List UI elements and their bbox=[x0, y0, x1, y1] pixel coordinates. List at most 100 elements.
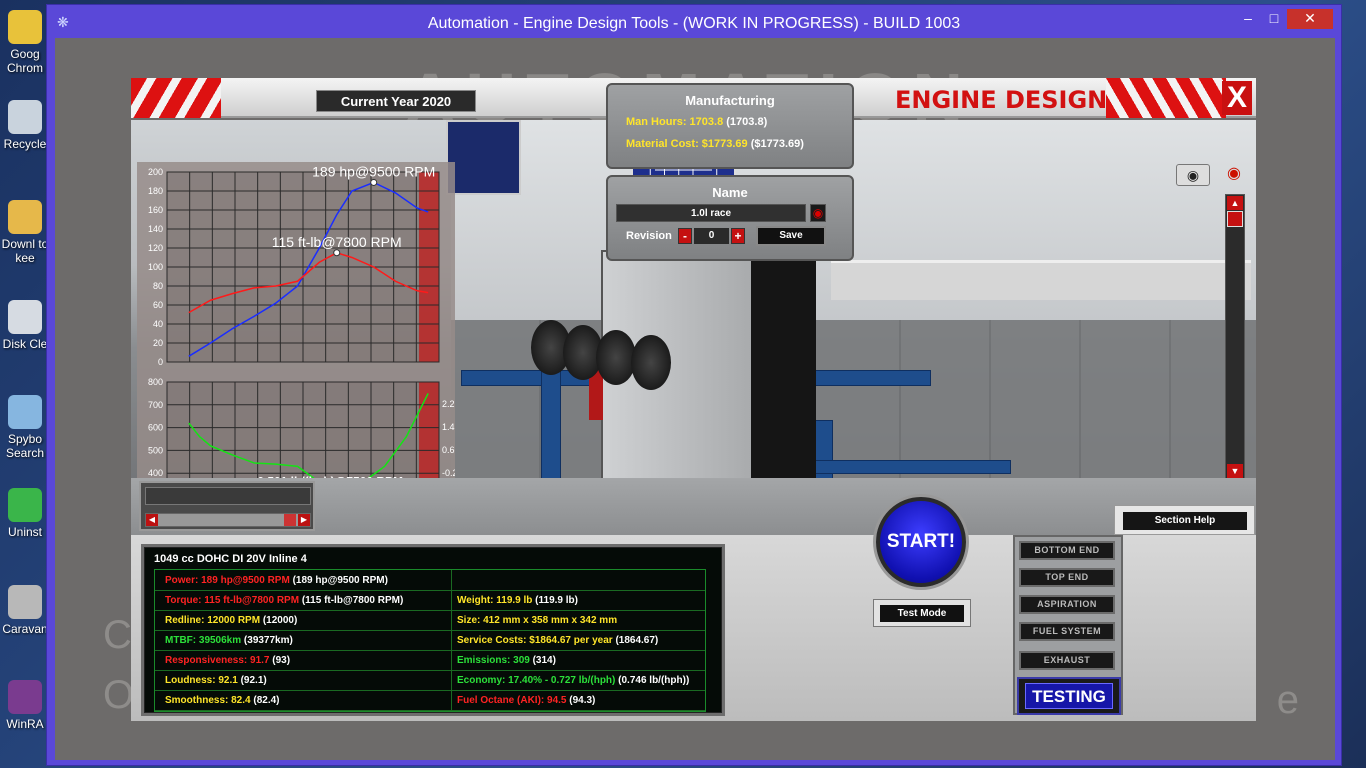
revision-decrement-button[interactable]: - bbox=[678, 228, 692, 244]
y-tick-label: 100 bbox=[148, 262, 163, 272]
stats-row: MTBF: 39506km (39377km) Service Costs: $1… bbox=[155, 632, 705, 651]
stat-baseline: (94.3) bbox=[569, 695, 596, 706]
stat-left: Power: 189 hp@9500 RPM (189 hp@9500 RPM) bbox=[165, 575, 388, 586]
y-tick-label: 20 bbox=[153, 338, 163, 348]
tab-aspiration[interactable]: ASPIRATION bbox=[1019, 595, 1115, 614]
y-tick-label: 140 bbox=[148, 224, 163, 234]
desktop-shortcut[interactable]: Caravan bbox=[0, 585, 50, 636]
stats-row: Torque: 115 ft-lb@7800 RPM (115 ft-lb@78… bbox=[155, 592, 705, 611]
desktop-shortcut[interactable]: Recycle bbox=[0, 100, 50, 151]
stat-baseline: (0.746 lb/(hph)) bbox=[618, 675, 690, 686]
start-button[interactable]: START! bbox=[876, 497, 966, 587]
desktop-shortcut[interactable]: WinRA bbox=[0, 680, 50, 731]
power-peak-marker bbox=[370, 178, 378, 186]
scroll-thumb[interactable] bbox=[284, 514, 296, 526]
desktop-shortcut-label: Uninst bbox=[7, 525, 42, 539]
y-tick-label: 0 bbox=[158, 357, 163, 367]
y-tick-label: 700 bbox=[148, 400, 163, 410]
spybot-icon bbox=[8, 395, 42, 429]
winrar-icon bbox=[8, 680, 42, 714]
stat-left: Torque: 115 ft-lb@7800 RPM (115 ft-lb@78… bbox=[165, 595, 403, 606]
scroll-up-icon[interactable]: ▲ bbox=[1227, 196, 1243, 210]
y2-tick-label: 0.6 bbox=[442, 445, 455, 455]
desktop-shortcut-label: Recycle bbox=[3, 137, 47, 151]
header-stripes bbox=[131, 78, 221, 118]
y-tick-label: 180 bbox=[148, 186, 163, 196]
scroll-left-icon[interactable]: ◀ bbox=[146, 514, 158, 526]
stat-value: Economy: 17.40% - 0.727 lb/(hph) bbox=[457, 675, 616, 686]
test-mode-container: Test Mode bbox=[873, 599, 971, 627]
desktop-shortcut-label: Caravan bbox=[2, 622, 48, 636]
torque-peak-label: 115 ft-lb@7800 RPM bbox=[272, 234, 402, 250]
background-text: C bbox=[103, 613, 132, 657]
name-title: Name bbox=[712, 185, 748, 200]
workbench bbox=[831, 260, 1251, 300]
camera-icon[interactable]: ◉ bbox=[1176, 164, 1210, 186]
stat-value: Torque: 115 ft-lb@7800 RPM bbox=[165, 595, 300, 606]
scroll-thumb[interactable] bbox=[1227, 211, 1243, 227]
close-button[interactable]: ✕ bbox=[1287, 9, 1333, 29]
stat-value: Size: 412 mm x 358 mm x 342 mm bbox=[457, 615, 618, 626]
desktop-shortcut-label: WinRA bbox=[6, 717, 44, 731]
engine-charts: 0 20 40 60 80 100 120 140 160 180 200 189 hp@9500 R… bbox=[137, 162, 455, 518]
stat-value: Power: 189 hp@9500 RPM bbox=[165, 575, 290, 586]
tab-fuel-system[interactable]: FUEL SYSTEM bbox=[1019, 622, 1115, 641]
tab-testing[interactable]: TESTING bbox=[1025, 683, 1113, 709]
stat-right: Weight: 119.9 lb (119.9 lb) bbox=[457, 595, 578, 606]
page-title: ENGINE DESIGN bbox=[895, 86, 1108, 114]
stat-value: Responsiveness: 91.7 bbox=[165, 655, 270, 666]
tab-top-end[interactable]: TOP END bbox=[1019, 568, 1115, 587]
intake-trumpet bbox=[596, 330, 636, 385]
y2-tick-label: 1.4 bbox=[442, 422, 455, 432]
stat-left: MTBF: 39506km (39377km) bbox=[165, 635, 293, 646]
manufacturing-title: Manufacturing bbox=[685, 93, 775, 108]
y-tick-label: 800 bbox=[148, 377, 163, 387]
engine-name-field[interactable]: 1.0l race bbox=[616, 204, 806, 222]
stats-row: Smoothness: 82.4 (82.4) Fuel Octane (AKI)… bbox=[155, 692, 705, 711]
section-help-button[interactable]: Section Help bbox=[1123, 512, 1247, 530]
desktop-shortcut-label: Spybo Search bbox=[5, 432, 45, 460]
stat-baseline: (1864.67) bbox=[615, 635, 659, 646]
tab-bottom-end[interactable]: BOTTOM END bbox=[1019, 541, 1115, 560]
recycle-bin-icon bbox=[8, 100, 42, 134]
desktop-shortcut[interactable]: Downl to kee bbox=[0, 200, 50, 265]
maximize-button[interactable]: □ bbox=[1261, 9, 1287, 29]
save-button[interactable]: Save bbox=[756, 226, 826, 246]
scroll-right-icon[interactable]: ▶ bbox=[298, 514, 310, 526]
testing-tab-container: TESTING bbox=[1017, 677, 1121, 715]
name-reset-icon[interactable]: ◉ bbox=[810, 204, 826, 222]
desktop-shortcut[interactable]: Spybo Search bbox=[0, 395, 50, 460]
revision-value: 0 bbox=[694, 228, 729, 244]
engine-timing-cover bbox=[751, 240, 816, 500]
revision-increment-button[interactable]: + bbox=[731, 228, 745, 244]
section-help-container: Section Help bbox=[1114, 505, 1255, 535]
desktop-shortcut[interactable]: Uninst bbox=[0, 488, 50, 539]
panel-close-button[interactable]: X bbox=[1222, 81, 1252, 115]
y-tick-label: 80 bbox=[153, 281, 163, 291]
y-tick-label: 400 bbox=[148, 468, 163, 478]
stats-row: Power: 189 hp@9500 RPM (189 hp@9500 RPM) bbox=[155, 572, 705, 591]
caravan-icon bbox=[8, 585, 42, 619]
stat-right: Emissions: 309 (314) bbox=[457, 655, 556, 666]
zoom-scrollbar[interactable]: ▲ ▼ bbox=[1225, 194, 1245, 480]
scroll-down-icon[interactable]: ▼ bbox=[1227, 464, 1243, 478]
part-selector-field[interactable] bbox=[145, 487, 311, 505]
stat-value: Redline: 12000 RPM bbox=[165, 615, 261, 626]
desktop-shortcut[interactable]: Goog Chrom bbox=[0, 10, 50, 75]
stat-value: Loudness: 92.1 bbox=[165, 675, 238, 686]
y-tick-label: 120 bbox=[148, 243, 163, 253]
man-hours: Man Hours: 1703.8 (1703.8) bbox=[626, 116, 768, 128]
stat-right: Size: 412 mm x 358 mm x 342 mm bbox=[457, 615, 617, 626]
tab-exhaust[interactable]: EXHAUST bbox=[1019, 651, 1115, 670]
part-selector-scrollbar[interactable]: ◀ ▶ bbox=[145, 513, 311, 527]
stat-value: Emissions: 309 bbox=[457, 655, 530, 666]
minimize-button[interactable]: – bbox=[1235, 9, 1261, 29]
stat-value: MTBF: 39506km bbox=[165, 635, 242, 646]
stat-baseline: (93) bbox=[272, 655, 291, 666]
test-mode-button[interactable]: Test Mode bbox=[880, 605, 964, 622]
power-torque-chart: 0 20 40 60 80 100 120 140 160 180 200 189 hp@9500 R… bbox=[148, 163, 440, 367]
stat-value: Weight: 119.9 lb bbox=[457, 595, 533, 606]
folder-icon bbox=[8, 200, 42, 234]
eye-icon[interactable]: ◉ bbox=[1216, 164, 1252, 186]
desktop-shortcut[interactable]: Disk Cle bbox=[0, 300, 50, 351]
